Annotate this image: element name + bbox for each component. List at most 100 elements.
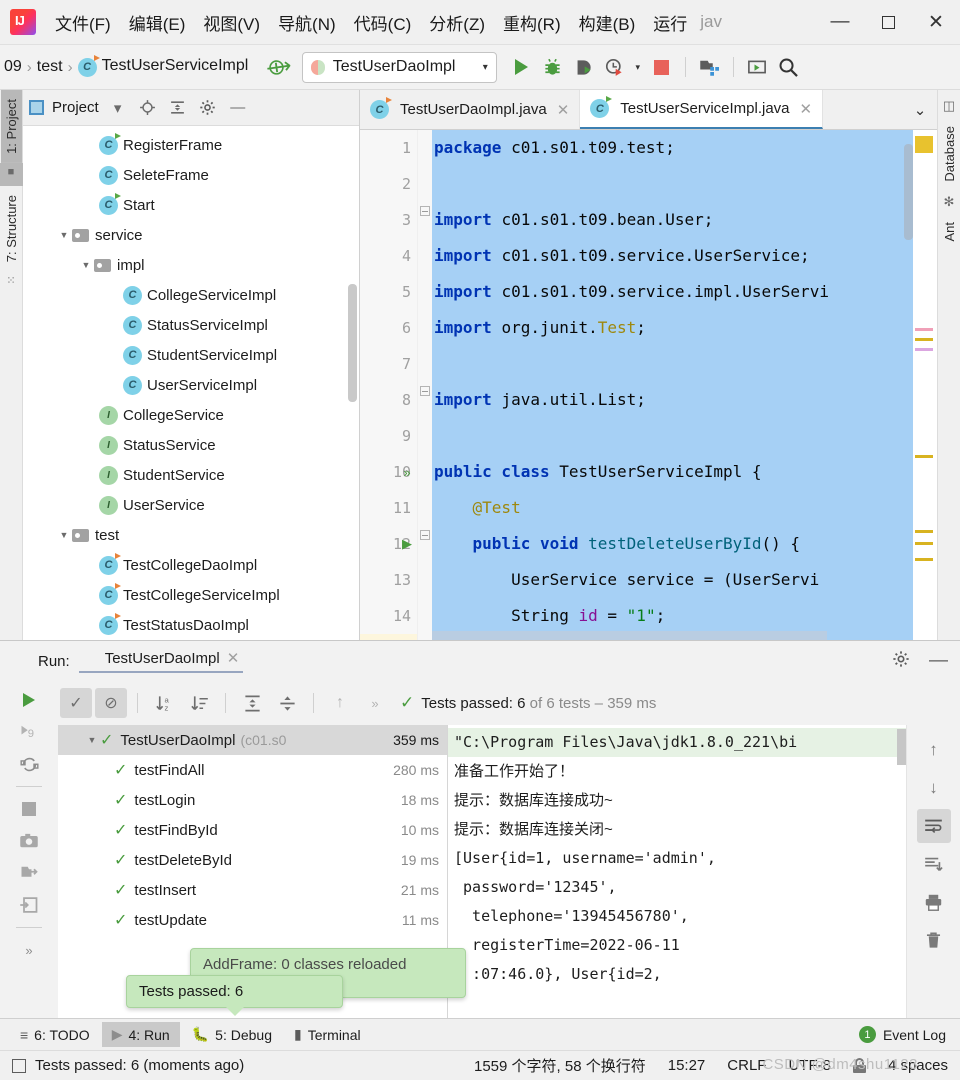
code-line[interactable]: package c01.s01.t09.test; [432, 130, 937, 166]
copy-icon[interactable] [12, 1059, 26, 1073]
sidebar-tab-structure[interactable]: 7: Structure [1, 186, 22, 271]
tree-item-studentserviceimpl[interactable]: CStudentServiceImpl [23, 340, 359, 370]
export-icon[interactable] [14, 858, 44, 888]
test-row[interactable]: ✓ testInsert 21 ms [58, 875, 447, 905]
chevron-expanded-icon[interactable]: ▼ [84, 735, 100, 745]
tree-item-userserviceimpl[interactable]: CUserServiceImpl [23, 370, 359, 400]
code-line[interactable]: String id = "1"; [432, 598, 937, 634]
toggle-auto-test-icon[interactable] [14, 749, 44, 779]
line-separator[interactable]: CRLF [727, 1057, 766, 1074]
fold-icon[interactable] [420, 530, 430, 540]
rerun-failed-tests-icon[interactable]: 9 [14, 717, 44, 747]
stop-icon[interactable] [647, 53, 676, 82]
code-line[interactable]: import java.util.List; [432, 382, 937, 418]
close-button[interactable]: ✕ [912, 0, 960, 44]
code-line[interactable]: import c01.s01.t09.service.UserService; [432, 238, 937, 274]
warning-marker[interactable] [915, 558, 933, 561]
close-icon[interactable]: ✕ [800, 100, 813, 118]
expand-all-icon[interactable] [236, 688, 268, 718]
tree-item-statusservice[interactable]: IStatusService [23, 430, 359, 460]
hide-panel-icon[interactable]: — [929, 650, 960, 672]
code-line[interactable] [432, 418, 937, 454]
test-row[interactable]: ✓ testLogin 18 ms [58, 785, 447, 815]
search-everywhere-icon[interactable] [774, 53, 803, 82]
sidebar-tab-ant[interactable]: Ant [939, 213, 960, 251]
menu-build[interactable]: 构建(B) [570, 6, 645, 39]
editor-vertical-scrollbar[interactable] [904, 144, 913, 240]
maximize-button[interactable] [864, 0, 912, 44]
rerun-icon[interactable] [14, 685, 44, 715]
tree-item-impl[interactable]: ▼ impl [23, 250, 359, 280]
chevron-down-icon[interactable]: ▾ [107, 99, 129, 117]
close-icon[interactable]: ✕ [227, 649, 240, 667]
change-marker[interactable] [915, 348, 933, 351]
update-project-icon[interactable] [743, 53, 772, 82]
warning-marker[interactable] [915, 136, 933, 153]
run-configuration-selector[interactable]: TestUserDaoImpl ▾ [302, 52, 497, 83]
run-with-coverage-icon[interactable] [569, 53, 598, 82]
fold-icon[interactable] [420, 206, 430, 216]
change-marker[interactable] [915, 328, 933, 331]
code-text[interactable]: package c01.s01.t09.test; import c01.s01… [432, 130, 937, 640]
build-project-icon[interactable]: ⟴ [265, 52, 294, 81]
warning-marker[interactable] [915, 338, 933, 341]
tree-item-testcollegeserviceimpl[interactable]: CTestCollegeServiceImpl [23, 580, 359, 610]
clear-all-icon[interactable] [917, 923, 951, 957]
code-line[interactable]: public class TestUserServiceImpl { [432, 454, 937, 490]
tree-item-start[interactable]: C Start [23, 190, 359, 220]
close-icon[interactable]: ✕ [557, 101, 570, 119]
show-passed-tests-icon[interactable]: ✓ [60, 688, 92, 718]
screenshot-icon[interactable] [14, 826, 44, 856]
chevron-expanded-icon[interactable]: ▼ [78, 260, 94, 270]
warning-marker[interactable] [915, 542, 933, 545]
more-icon[interactable]: » [359, 688, 391, 718]
code-line[interactable]: public void testDeleteUserById() { [432, 526, 937, 562]
editor-horizontal-scrollbar[interactable] [432, 631, 827, 640]
bottom-tab-run[interactable]: ▶ 4: Run [102, 1022, 180, 1047]
menu-run[interactable]: 运行 [644, 6, 696, 39]
project-structure-icon[interactable] [695, 53, 724, 82]
run-session-tab[interactable]: TestUserDaoImpl ✕ [79, 649, 244, 673]
scroll-to-end-icon[interactable] [917, 847, 951, 881]
breadcrumb-item-test[interactable]: test [33, 58, 67, 76]
tree-item-service[interactable]: ▼ service [23, 220, 359, 250]
run-test-gutter-icon[interactable]: ▶ [398, 526, 416, 562]
minimize-button[interactable]: — [816, 0, 864, 44]
code-line[interactable]: import c01.s01.t09.service.impl.UserServ… [432, 274, 937, 310]
scroll-down-icon[interactable]: ↓ [917, 771, 951, 805]
console-scrollbar[interactable] [897, 729, 906, 765]
editor-tab-testuserdaoimpl[interactable]: C TestUserDaoImpl.java ✕ [360, 90, 580, 129]
fold-column[interactable] [418, 130, 432, 640]
collapse-all-icon[interactable] [167, 99, 189, 116]
code-line[interactable]: @Test [432, 490, 937, 526]
chevron-expanded-icon[interactable]: ▼ [56, 530, 72, 540]
test-row[interactable]: ✓ testUpdate 11 ms [58, 905, 447, 935]
project-tree-scrollbar[interactable] [348, 284, 357, 402]
menu-navigate[interactable]: 导航(N) [269, 6, 345, 39]
soft-wrap-icon[interactable] [917, 809, 951, 843]
error-stripe-marker-gutter[interactable] [913, 130, 937, 640]
import-icon[interactable] [14, 890, 44, 920]
code-line[interactable]: import c01.s01.t09.bean.User; [432, 202, 937, 238]
menu-edit[interactable]: 编辑(E) [120, 6, 195, 39]
run-icon[interactable] [507, 53, 536, 82]
bottom-tab-terminal[interactable]: ▮ Terminal [284, 1022, 371, 1047]
locate-icon[interactable] [137, 99, 159, 116]
chevron-down-icon[interactable]: ▾ [483, 62, 488, 73]
tree-item-collegeserviceimpl[interactable]: CCollegeServiceImpl [23, 280, 359, 310]
settings-icon[interactable] [197, 99, 219, 116]
editor-tab-testuserserviceimpl[interactable]: C TestUserServiceImpl.java ✕ [580, 90, 823, 129]
code-line[interactable] [432, 166, 937, 202]
bottom-tab-todo[interactable]: ≡ 6: TODO [10, 1023, 100, 1047]
sidebar-tab-database[interactable]: Database [939, 117, 960, 191]
print-icon[interactable] [917, 885, 951, 919]
fold-icon[interactable] [420, 386, 430, 396]
stop-icon[interactable] [14, 794, 44, 824]
menu-file[interactable]: 文件(F) [46, 6, 120, 39]
code-line[interactable]: import org.junit.Test; [432, 310, 937, 346]
tree-item-test[interactable]: ▼ test [23, 520, 359, 550]
editor-gutter[interactable]: 1 2 3 4 5 6 7 8 9 10 11 12 13 14 15 16 » [360, 130, 418, 640]
bottom-tab-debug[interactable]: 🐛 5: Debug [182, 1022, 282, 1047]
profiler-dropdown-icon[interactable]: ▾ [631, 53, 645, 82]
tree-item-registerframe[interactable]: C RegisterFrame [23, 130, 359, 160]
